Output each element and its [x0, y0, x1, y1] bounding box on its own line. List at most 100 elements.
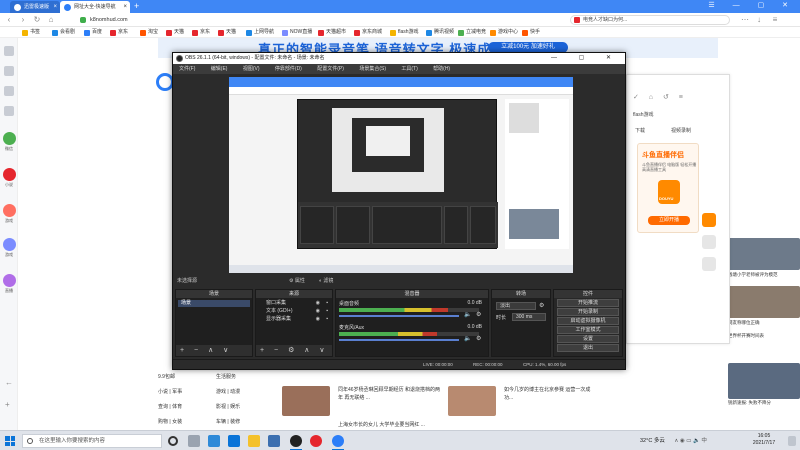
gear-icon[interactable]: ⚙ [539, 302, 544, 309]
obs-window-controls[interactable]: — ▢ ✕ [551, 53, 621, 64]
app-red-icon[interactable] [310, 435, 322, 447]
panel-toolbar[interactable]: ✓ ⌂ ↺ ≡ [627, 93, 731, 101]
panel-tab-record[interactable]: 视频录制 [671, 127, 691, 134]
lock-icon[interactable]: ▪ [326, 300, 328, 307]
link-item[interactable]: 购物 | 女装 [158, 418, 182, 425]
bookmark-item[interactable]: 京东 [192, 27, 210, 38]
link-item[interactable]: 9.9包邮 [158, 373, 175, 380]
download-icon[interactable]: ↓ [754, 15, 764, 25]
forward-icon[interactable]: › [18, 15, 28, 25]
filters-button[interactable]: ◐ 滤镜 [319, 277, 333, 284]
sidebar-app-wechat[interactable]: 微信 [1, 132, 17, 152]
gear-icon[interactable]: ⚙ [476, 335, 481, 342]
link-item[interactable]: 车辆 | 装修 [216, 418, 240, 425]
search-input[interactable]: 电竞人才缺口为何... [570, 15, 730, 25]
bookmark-item[interactable]: 会看剧 [52, 27, 75, 38]
news-caption[interactable]: 世界杯开赛时间表 [728, 333, 800, 339]
news-headline[interactable]: 上海女市长的女儿 大学毕业要当网红 ... [338, 421, 488, 429]
lock-icon[interactable]: ▪ [326, 308, 328, 315]
obs-preview-canvas[interactable] [229, 77, 573, 273]
windows-start-icon[interactable] [5, 436, 15, 446]
clock[interactable]: 16:05 2021/7/17 [744, 433, 784, 447]
search-icon[interactable] [4, 106, 14, 116]
news-photo[interactable] [728, 238, 800, 270]
add-icon[interactable]: + [5, 400, 15, 410]
sidebar-app-novel[interactable]: 小说 [1, 168, 17, 188]
panel-bookmark[interactable]: flash游戏 [633, 111, 654, 118]
menu-docks[interactable]: 停靠部件(D) [275, 66, 302, 72]
bookmark-item[interactable]: 天猫超市 [318, 27, 346, 38]
menu-icon[interactable]: ≡ [770, 15, 780, 25]
task-view-icon[interactable] [188, 435, 200, 447]
file-explorer-icon[interactable] [248, 435, 260, 447]
edge-icon[interactable] [208, 435, 220, 447]
bookmark-item[interactable]: 京东商城 [354, 27, 382, 38]
sidebar-app-live[interactable]: 直播 [1, 274, 17, 294]
bookmark-item[interactable]: 立减电竞 [458, 27, 486, 38]
bookmark-item[interactable]: 京东 [110, 27, 128, 38]
sidebar-app-game[interactable]: 游戏 [1, 204, 17, 224]
play-icon[interactable] [702, 213, 716, 227]
lock-icon[interactable]: ▪ [326, 316, 328, 323]
news-caption[interactable]: 钱塘小学老师被评为模范 [728, 272, 800, 278]
visibility-eye-icon[interactable]: ◉ [316, 308, 320, 315]
edge-browser-icon[interactable] [228, 435, 240, 447]
obs-taskbar-icon[interactable] [290, 435, 302, 447]
address-bar[interactable]: k8nomhud.com [80, 15, 540, 25]
close-tab-icon[interactable]: × [123, 1, 127, 13]
browser-360-icon[interactable] [332, 435, 344, 447]
tab-1[interactable]: 迅雷极速版 × [10, 1, 60, 13]
bookmark-item[interactable]: 上网导航 [246, 27, 274, 38]
source-item[interactable]: 显示器采集 ◉ ▪ [258, 316, 330, 323]
visibility-eye-icon[interactable]: ◉ [316, 300, 320, 307]
news-caption[interactable]: 锐新速报: 失败不降分 [728, 400, 800, 406]
news-photo[interactable] [728, 363, 800, 399]
home-icon[interactable] [702, 235, 716, 249]
home-icon[interactable]: ⌂ [46, 15, 56, 25]
start-streaming-button[interactable]: 开始推流 [557, 299, 619, 307]
menu-scene-collection[interactable]: 场景集合(S) [359, 66, 386, 72]
studio-mode-button[interactable]: 工作室模式 [557, 326, 619, 334]
link-item[interactable]: 小说 | 军事 [158, 388, 182, 395]
link-item[interactable]: 查询 | 体育 [158, 403, 182, 410]
bookmark-item[interactable]: 天猫 [218, 27, 236, 38]
source-item[interactable]: 窗口采集 ◉ ▪ [258, 300, 330, 307]
sources-toolbar[interactable]: + − ⚙ ∧ ∨ [256, 345, 332, 356]
obs-titlebar[interactable]: OBS 26.1.1 (64-bit, windows) - 配置文件: 未命名… [173, 53, 625, 64]
bookmark-item[interactable]: 百度 [84, 27, 102, 38]
tray-icons[interactable]: ∧ ◉ ▭ 🔈 中 [674, 438, 706, 444]
menu-view[interactable]: 视图(V) [243, 66, 260, 72]
reading-icon[interactable] [4, 86, 14, 96]
link-item[interactable]: 游戏 | 动漫 [216, 388, 240, 395]
news-thumbnail[interactable] [282, 386, 330, 416]
volume-slider[interactable] [339, 315, 459, 317]
exit-button[interactable]: 退出 [557, 344, 619, 352]
start-recording-button[interactable]: 开始录制 [557, 308, 619, 316]
refresh-icon[interactable]: ↻ [32, 15, 42, 25]
menu-file[interactable]: 文件(F) [179, 66, 195, 72]
weather-widget[interactable]: 32°C 多云 [640, 438, 665, 444]
settings-button[interactable]: 设置 [557, 335, 619, 343]
menu-help[interactable]: 帮助(H) [433, 66, 450, 72]
cortana-icon[interactable] [168, 436, 178, 446]
virtual-camera-button[interactable]: 启动虚拟摄像机 [557, 317, 619, 325]
bookmark-item[interactable]: 游戏中心 [490, 27, 518, 38]
tab-2[interactable]: 网址大全-快速导航 × [60, 1, 130, 13]
new-tab-icon[interactable]: + [134, 0, 139, 12]
menu-profile[interactable]: 配置文件(P) [317, 66, 344, 72]
source-item[interactable]: 文本 (GDI+) ◉ ▪ [258, 308, 330, 315]
bookmark-item[interactable]: 淘宝 [140, 27, 158, 38]
link-item[interactable]: 影视 | 娱乐 [216, 403, 240, 410]
scenes-toolbar[interactable]: + − ∧ ∨ [176, 345, 252, 356]
news-headline[interactable]: 同年46岁杨丞琳回顾早期经历 和退烧搭档的两年 再无联络 ... [338, 386, 443, 402]
taskbar-search-input[interactable]: 在这里输入你要搜索的内容 [22, 434, 162, 448]
bookmark-item[interactable]: flash游戏 [390, 27, 419, 38]
news-photo[interactable] [728, 286, 800, 318]
close-tab-icon[interactable]: × [53, 1, 57, 13]
gear-icon[interactable]: ⚙ [476, 311, 481, 318]
bookmark-item[interactable]: 腾讯视频 [426, 27, 454, 38]
panel-tab-download[interactable]: 下载 [635, 127, 645, 134]
news-caption[interactable]: 网友称哪位正确 [728, 320, 800, 326]
notification-icon[interactable] [788, 436, 796, 446]
back-icon[interactable]: ‹ [4, 15, 14, 25]
